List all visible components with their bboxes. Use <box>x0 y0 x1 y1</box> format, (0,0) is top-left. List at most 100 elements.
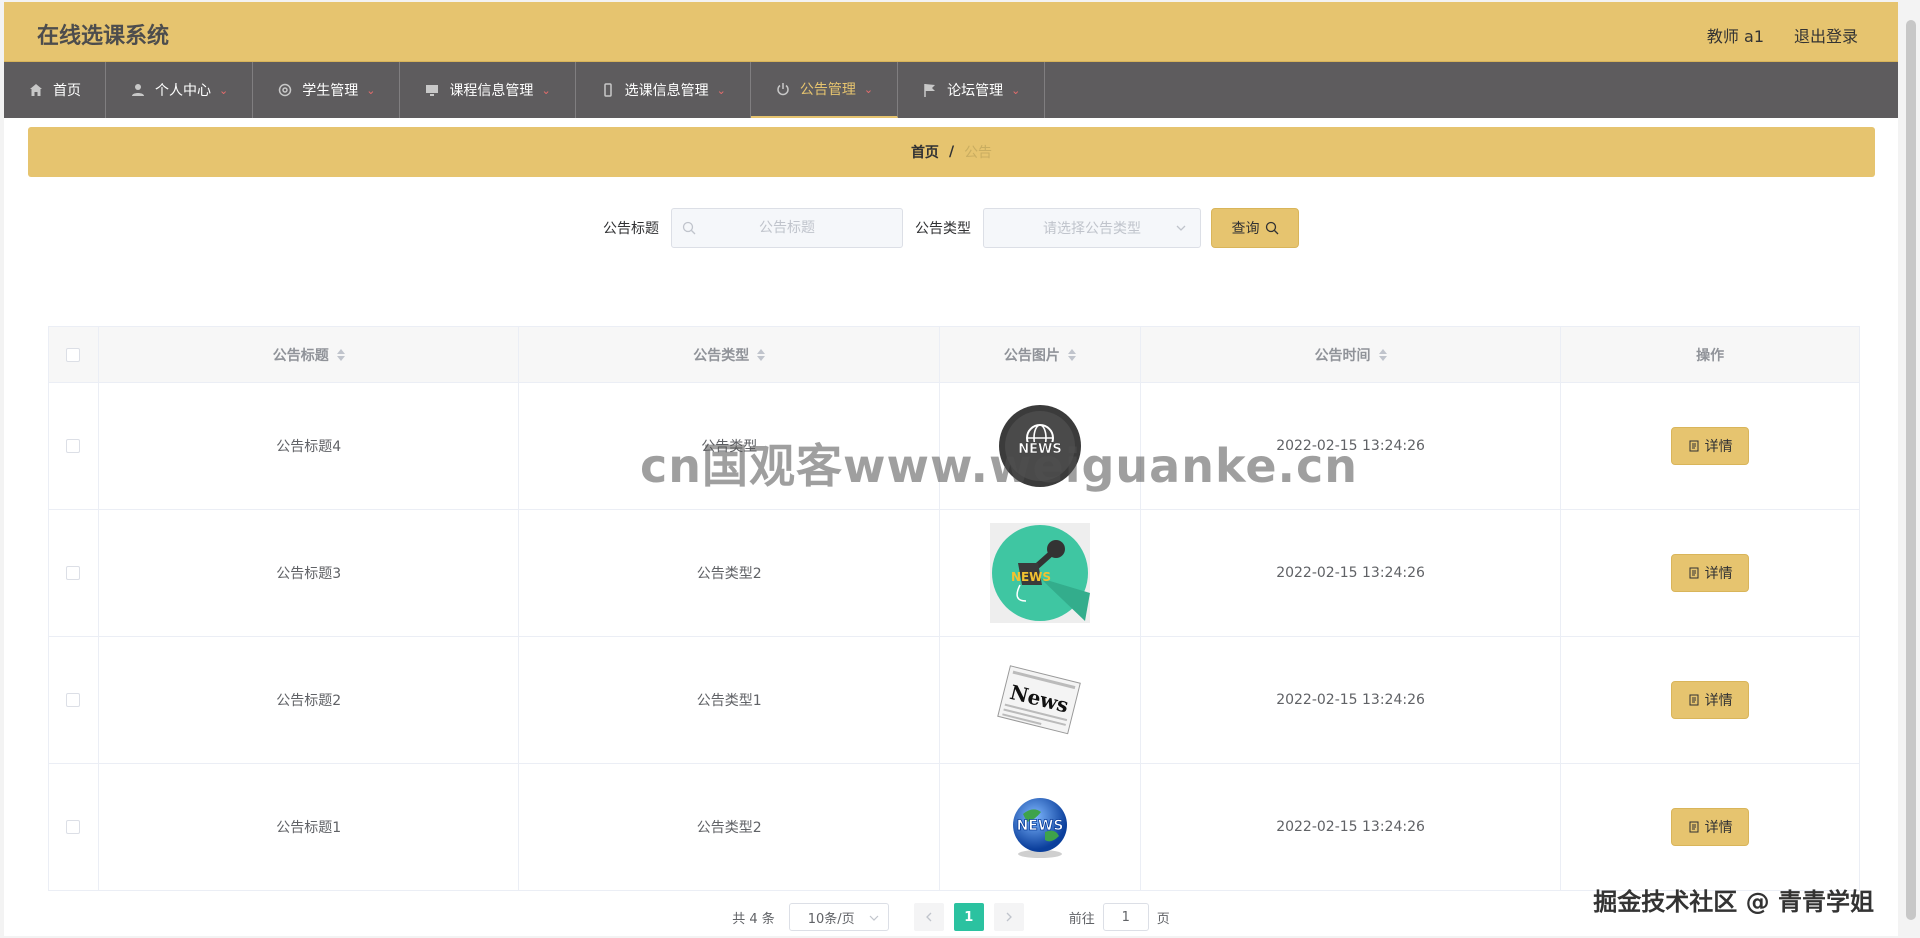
cell-actions: 详情 <box>1561 764 1859 890</box>
row-checkbox[interactable] <box>66 693 81 707</box>
table-header: 公告标题 公告类型 公告图片 公告时间 操作 <box>49 327 1859 383</box>
gear-icon <box>277 82 293 98</box>
chevron-left-icon <box>925 912 932 922</box>
type-filter-select[interactable]: 请选择公告类型 <box>983 208 1201 248</box>
prev-page-button[interactable] <box>913 903 944 931</box>
news-microphone-icon: NEWS <box>989 523 1090 623</box>
sort-icon[interactable] <box>1378 348 1387 361</box>
news-globe-dark-icon: NEWS <box>998 405 1081 487</box>
chevron-down-icon: ⌄ <box>1011 83 1021 97</box>
page-number-button[interactable]: 1 <box>953 903 984 931</box>
breadcrumb-separator: / <box>948 144 955 160</box>
type-filter-placeholder: 请选择公告类型 <box>1043 221 1141 237</box>
detail-button[interactable]: 详情 <box>1671 427 1750 465</box>
nav-label: 课程信息管理 <box>449 83 534 99</box>
query-button-label: 查询 <box>1231 221 1260 237</box>
nav-item-announcement-management[interactable]: 公告管理 ⌄ <box>750 62 899 118</box>
nav-item-student-management[interactable]: 学生管理 ⌄ <box>253 62 401 118</box>
header-type[interactable]: 公告类型 <box>519 327 941 382</box>
document-icon <box>1689 567 1699 579</box>
header-actions: 操作 <box>1561 327 1859 382</box>
type-filter-label: 公告类型 <box>915 221 971 237</box>
vertical-scrollbar[interactable] <box>1906 20 1916 920</box>
cell-type: 公告类型1 <box>519 637 941 763</box>
search-icon <box>682 221 696 239</box>
page-unit-label: 页 <box>1156 911 1170 927</box>
total-count: 共 4 条 <box>732 911 775 927</box>
query-button[interactable]: 查询 <box>1211 208 1299 248</box>
page-size-select[interactable]: 10条/页 <box>788 903 889 931</box>
nav-item-selection-management[interactable]: 选课信息管理 ⌄ <box>576 62 751 118</box>
home-icon <box>28 82 44 98</box>
header-checkbox-cell <box>49 327 99 382</box>
app-window: 在线选课系统 教师 a1 退出登录 首页 个人中心 ⌄ 学生管理 ⌄ 课程信息管… <box>4 2 1898 936</box>
detail-button[interactable]: 详情 <box>1671 681 1750 719</box>
row-checkbox[interactable] <box>66 820 81 834</box>
cell-actions: 详情 <box>1561 510 1859 636</box>
detail-button[interactable]: 详情 <box>1671 808 1750 846</box>
page-size-value: 10条/页 <box>807 911 855 927</box>
header-time[interactable]: 公告时间 <box>1141 327 1562 382</box>
breadcrumb: 首页 / 公告 <box>28 127 1875 177</box>
cell-time: 2022-02-15 13:24:26 <box>1141 510 1562 636</box>
detail-button-label: 详情 <box>1704 566 1733 582</box>
breadcrumb-current: 公告 <box>964 145 993 161</box>
breadcrumb-home[interactable]: 首页 <box>911 142 939 162</box>
detail-button-label: 详情 <box>1704 693 1733 709</box>
nav-item-course-management[interactable]: 课程信息管理 ⌄ <box>400 62 576 118</box>
chevron-down-icon <box>1174 221 1188 239</box>
row-checkbox-cell <box>49 383 99 509</box>
next-page-button[interactable] <box>993 903 1024 931</box>
title-filter-label: 公告标题 <box>603 221 659 237</box>
header-label: 操作 <box>1696 347 1725 364</box>
table-row: 公告标题3 公告类型2 NEWS 2022-02-15 13:24:26 详情 <box>49 510 1859 637</box>
cell-title: 公告标题2 <box>99 637 520 763</box>
announcement-table: 公告标题 公告类型 公告图片 公告时间 操作 公告标题4 公告类型 NEWS 2… <box>48 326 1860 891</box>
header-image[interactable]: 公告图片 <box>940 327 1141 382</box>
nav-item-home[interactable]: 首页 <box>4 62 106 118</box>
nav-label: 个人中心 <box>155 83 211 99</box>
cell-image: News <box>940 637 1141 763</box>
table-row: 公告标题1 公告类型2 NEWS 2022-02-15 13:24:26 详情 <box>49 764 1859 891</box>
search-icon <box>1265 221 1278 235</box>
nav-item-personal-center[interactable]: 个人中心 ⌄ <box>106 62 254 118</box>
cell-title: 公告标题3 <box>99 510 520 636</box>
sort-icon[interactable] <box>336 348 345 361</box>
document-icon <box>1689 694 1699 706</box>
monitor-icon <box>424 82 440 98</box>
nav-label: 论坛管理 <box>947 83 1004 99</box>
chevron-down-icon <box>868 912 880 928</box>
search-form: 公告标题 公告类型 请选择公告类型 查询 <box>4 208 1898 248</box>
cell-time: 2022-02-15 13:24:26 <box>1141 764 1562 890</box>
nav-label: 学生管理 <box>302 83 359 99</box>
nav-item-forum-management[interactable]: 论坛管理 ⌄ <box>898 62 1046 118</box>
page-jump: 前往 页 <box>1069 903 1170 931</box>
row-checkbox[interactable] <box>66 439 81 453</box>
cell-type: 公告类型2 <box>519 764 941 890</box>
cell-actions: 详情 <box>1561 637 1859 763</box>
select-all-checkbox[interactable] <box>66 347 81 362</box>
goto-page-input[interactable] <box>1102 903 1149 931</box>
cell-image: NEWS <box>940 510 1141 636</box>
detail-button-label: 详情 <box>1704 820 1733 836</box>
detail-button[interactable]: 详情 <box>1671 554 1750 592</box>
logout-link[interactable]: 退出登录 <box>1794 23 1858 47</box>
main-nav: 首页 个人中心 ⌄ 学生管理 ⌄ 课程信息管理 ⌄ 选课信息管理 ⌄ 公告管理 … <box>4 62 1898 118</box>
row-checkbox[interactable] <box>66 566 81 580</box>
header-title[interactable]: 公告标题 <box>99 327 520 382</box>
current-user: 教师 a1 <box>1706 27 1764 46</box>
chevron-right-icon <box>1006 912 1012 922</box>
sort-icon[interactable] <box>1067 348 1076 361</box>
goto-label: 前往 <box>1068 911 1095 927</box>
document-icon <box>1689 440 1699 452</box>
news-blue-globe-icon: NEWS <box>1012 798 1067 858</box>
title-filter-input[interactable] <box>672 209 902 247</box>
header-label: 公告类型 <box>693 347 750 364</box>
power-icon <box>775 81 791 97</box>
header-label: 公告图片 <box>1003 347 1060 364</box>
pagination: 共 4 条 10条/页 1 前往 页 <box>4 903 1898 931</box>
cell-type: 公告类型2 <box>519 510 941 636</box>
row-checkbox-cell <box>49 637 99 763</box>
sort-icon[interactable] <box>757 348 766 361</box>
table-row: 公告标题4 公告类型 NEWS 2022-02-15 13:24:26 详情 <box>49 383 1859 510</box>
